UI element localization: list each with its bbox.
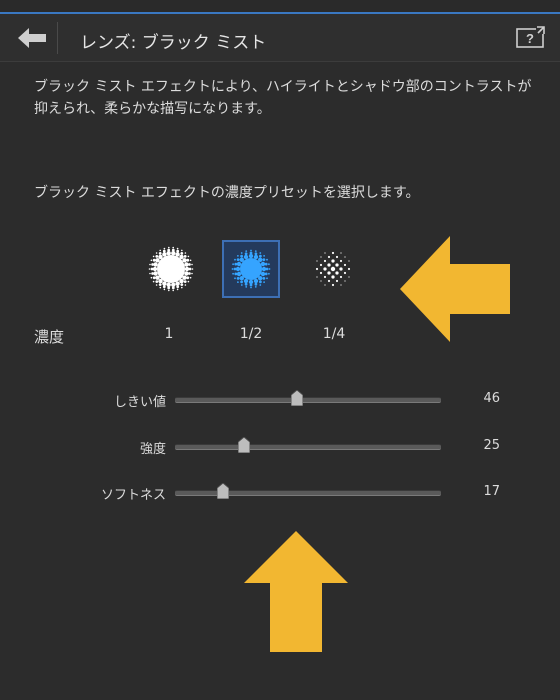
strength-slider[interactable] — [175, 437, 441, 453]
softness-slider-thumb[interactable] — [217, 483, 229, 499]
annotation-left-arrow-icon — [400, 236, 510, 342]
annotation-up-arrow-icon — [244, 531, 348, 652]
preset-instruction: ブラック ミスト エフェクトの濃度プリセットを選択します。 — [34, 185, 420, 201]
black-mist-panel: レンズ: ブラック ミスト ? ブラック ミスト エフェクトにより、ハイライトと… — [0, 14, 560, 700]
strength-label: 強度 — [139, 442, 166, 457]
mist-dense-icon — [148, 246, 194, 292]
softness-label: ソフトネス — [100, 488, 166, 503]
mist-half-icon — [231, 249, 271, 289]
preset-value-half: 1/2 — [239, 326, 263, 342]
threshold-label: しきい値 — [113, 395, 166, 410]
back-button[interactable] — [8, 22, 58, 54]
strength-value: 25 — [483, 438, 500, 453]
density-label: 濃度 — [34, 328, 65, 346]
softness-slider[interactable] — [175, 483, 441, 499]
back-arrow-icon — [17, 28, 46, 48]
help-button[interactable]: ? — [516, 26, 546, 50]
preset-value-quarter: 1/4 — [322, 326, 346, 342]
threshold-value: 46 — [483, 391, 500, 406]
softness-value: 17 — [483, 484, 500, 499]
threshold-slider-thumb[interactable] — [291, 390, 303, 406]
window-top-strip — [0, 0, 560, 14]
preset-density-1[interactable] — [142, 240, 200, 298]
panel-header: レンズ: ブラック ミスト ? — [0, 14, 560, 62]
mist-quarter-icon — [315, 251, 351, 287]
svg-text:?: ? — [526, 31, 534, 46]
effect-description: ブラック ミスト エフェクトにより、ハイライトとシャドウ部のコントラストが抑えら… — [34, 79, 532, 117]
preset-value-1: 1 — [164, 326, 174, 342]
threshold-slider[interactable] — [175, 390, 441, 406]
help-icon: ? — [516, 26, 545, 48]
preset-density-half[interactable] — [222, 240, 280, 298]
preset-density-quarter[interactable] — [304, 240, 362, 298]
panel-title: レンズ: ブラック ミスト — [80, 33, 267, 53]
strength-slider-thumb[interactable] — [238, 437, 250, 453]
